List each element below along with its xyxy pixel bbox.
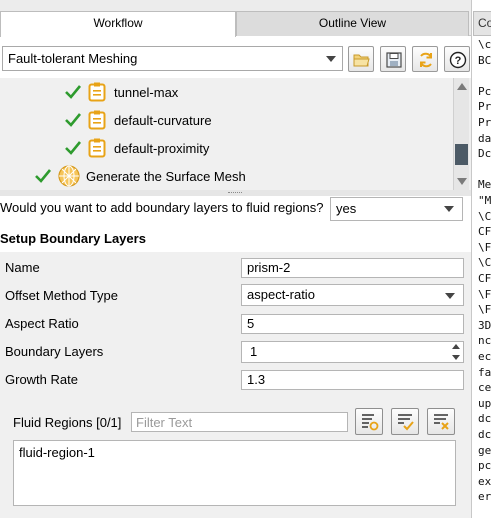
boundary-layer-question: Would you want to add boundary layers to… (0, 200, 324, 215)
growth-rate-field[interactable]: 1.3 (241, 370, 464, 390)
console-line: BC (478, 53, 491, 67)
scroll-down-icon[interactable] (457, 178, 467, 185)
list-search-icon (362, 414, 379, 431)
console-line: \F (478, 303, 491, 317)
console-line: ce (478, 381, 491, 395)
boundary-layers-label: Boundary Layers (5, 344, 104, 359)
offset-method-value: aspect-ratio (247, 287, 315, 302)
console-line: CF (478, 272, 491, 285)
workflow-tabbar: Workflow Outline View (0, 0, 471, 37)
console-line: Pr (478, 100, 491, 114)
tree-item-default-curvature[interactable]: default-curvature (64, 107, 212, 133)
console-line: ge (478, 443, 491, 457)
console-line: ec (478, 350, 491, 363)
save-icon (386, 52, 402, 68)
panel-splitter[interactable] (0, 190, 471, 196)
task-icon (88, 138, 106, 158)
console-line: er (478, 490, 491, 504)
fluid-regions-label: Fluid Regions [0/1] (13, 415, 122, 430)
task-icon (88, 82, 106, 102)
scroll-thumb[interactable] (455, 144, 468, 165)
globe-mesh-icon (58, 165, 80, 187)
list-item[interactable]: fluid-region-1 (19, 445, 95, 460)
console-line: fa (478, 365, 491, 379)
refresh-button[interactable] (412, 46, 438, 72)
chevron-down-icon (326, 56, 336, 62)
select-all-button[interactable] (391, 408, 419, 435)
console-line: Me (478, 178, 491, 192)
tree-item-tunnel-max[interactable]: tunnel-max (64, 79, 178, 105)
console-line: pc (478, 459, 491, 473)
list-clear-icon (434, 414, 449, 430)
workflow-type-value: Fault-tolerant Meshing (8, 51, 138, 66)
offset-method-select[interactable]: aspect-ratio (241, 284, 464, 306)
workflow-tree: tunnel-max default-curvature default-pro… (0, 78, 471, 190)
boundary-layer-answer-select[interactable]: yes (330, 197, 463, 221)
deselect-all-button[interactable] (427, 408, 455, 435)
console-line: ex (478, 474, 491, 488)
tab-workflow[interactable]: Workflow (0, 11, 236, 37)
check-icon (65, 113, 82, 127)
console-line: up (478, 396, 491, 410)
chevron-down-icon (444, 206, 454, 212)
scroll-up-icon[interactable] (457, 83, 467, 90)
console-line: Pc (478, 84, 491, 98)
chevron-down-icon (445, 293, 455, 299)
console-line: Pr (478, 116, 491, 129)
svg-text:?: ? (455, 55, 462, 67)
grip-icon (228, 192, 242, 194)
boundary-layers-value: 1 (250, 344, 258, 359)
console-line: da (478, 131, 491, 145)
list-check-icon (398, 414, 414, 431)
console-line: dc (478, 428, 491, 441)
boundary-layer-form: Name prism-2 Offset Method Type aspect-r… (0, 252, 471, 518)
console-line: "M (478, 194, 491, 207)
tree-scrollbar[interactable] (453, 78, 469, 190)
refresh-icon (420, 52, 432, 68)
filter-text-input[interactable] (131, 412, 348, 432)
help-button[interactable]: ? (444, 46, 470, 72)
console-line: \C (478, 256, 491, 270)
console-panel: Co \cBCPcPrPrdaDcMe"M\CCF\F\CCF\F\F3Dnce… (471, 0, 491, 518)
help-icon: ? (449, 51, 467, 69)
tree-item-label: default-curvature (114, 112, 212, 128)
console-line: \F (478, 287, 491, 301)
check-icon (35, 169, 52, 183)
answer-value: yes (336, 201, 357, 216)
aspect-ratio-field[interactable]: 5 (241, 314, 464, 334)
open-folder-button[interactable] (348, 46, 374, 72)
tree-item-generate-surface-mesh[interactable]: Generate the Surface Mesh (34, 163, 246, 189)
console-line: \C (478, 209, 491, 223)
section-title: Setup Boundary Layers (0, 231, 146, 246)
console-line: dc (478, 412, 491, 426)
growth-rate-label: Growth Rate (5, 372, 78, 387)
tab-console[interactable]: Co (473, 11, 491, 36)
check-icon (65, 85, 82, 99)
console-line: 3D (478, 318, 491, 332)
offset-method-label: Offset Method Type (5, 288, 118, 303)
name-field[interactable]: prism-2 (241, 258, 464, 278)
aspect-ratio-label: Aspect Ratio (5, 316, 79, 331)
stepper-up-icon[interactable] (452, 344, 460, 349)
tree-item-default-proximity[interactable]: default-proximity (64, 135, 209, 161)
tree-item-label: default-proximity (114, 140, 210, 156)
tab-outline-view[interactable]: Outline View (236, 11, 469, 36)
open-folder-icon (353, 54, 370, 67)
check-icon (65, 141, 82, 155)
name-label: Name (5, 260, 40, 275)
fluid-regions-list[interactable]: fluid-region-1 (13, 440, 456, 506)
workflow-type-select[interactable]: Fault-tolerant Meshing (2, 46, 343, 71)
task-icon (88, 110, 106, 130)
console-line: CF (478, 225, 491, 239)
console-line: \F (478, 240, 491, 254)
console-line: Dc (478, 147, 491, 161)
select-by-filter-button[interactable] (355, 408, 383, 435)
tree-item-label: tunnel-max (114, 84, 179, 100)
console-line: nc (478, 334, 491, 348)
boundary-layers-stepper[interactable]: 1 (241, 341, 464, 363)
tree-item-label: Generate the Surface Mesh (86, 168, 246, 184)
stepper-down-icon[interactable] (452, 355, 460, 360)
console-line: \c (478, 38, 491, 51)
save-button[interactable] (380, 46, 406, 72)
